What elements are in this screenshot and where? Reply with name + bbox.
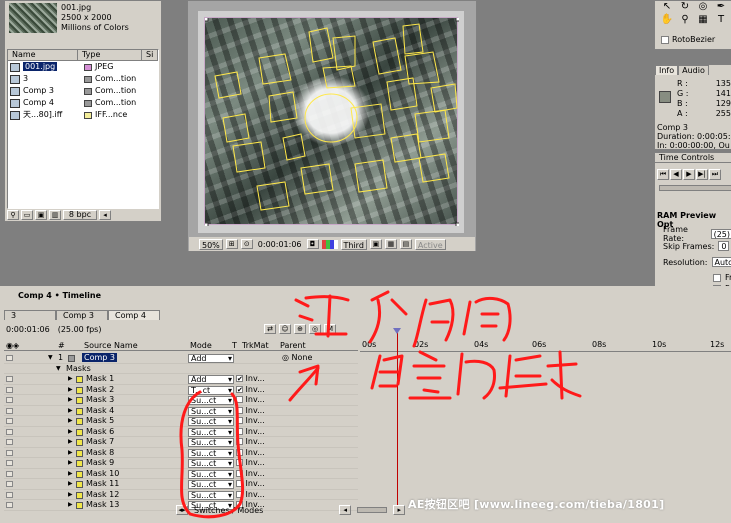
handwritten-annotation xyxy=(179,290,582,519)
watermark: AE按钮区吧 [www.lineeg.com/tieba/1801] xyxy=(408,498,665,511)
